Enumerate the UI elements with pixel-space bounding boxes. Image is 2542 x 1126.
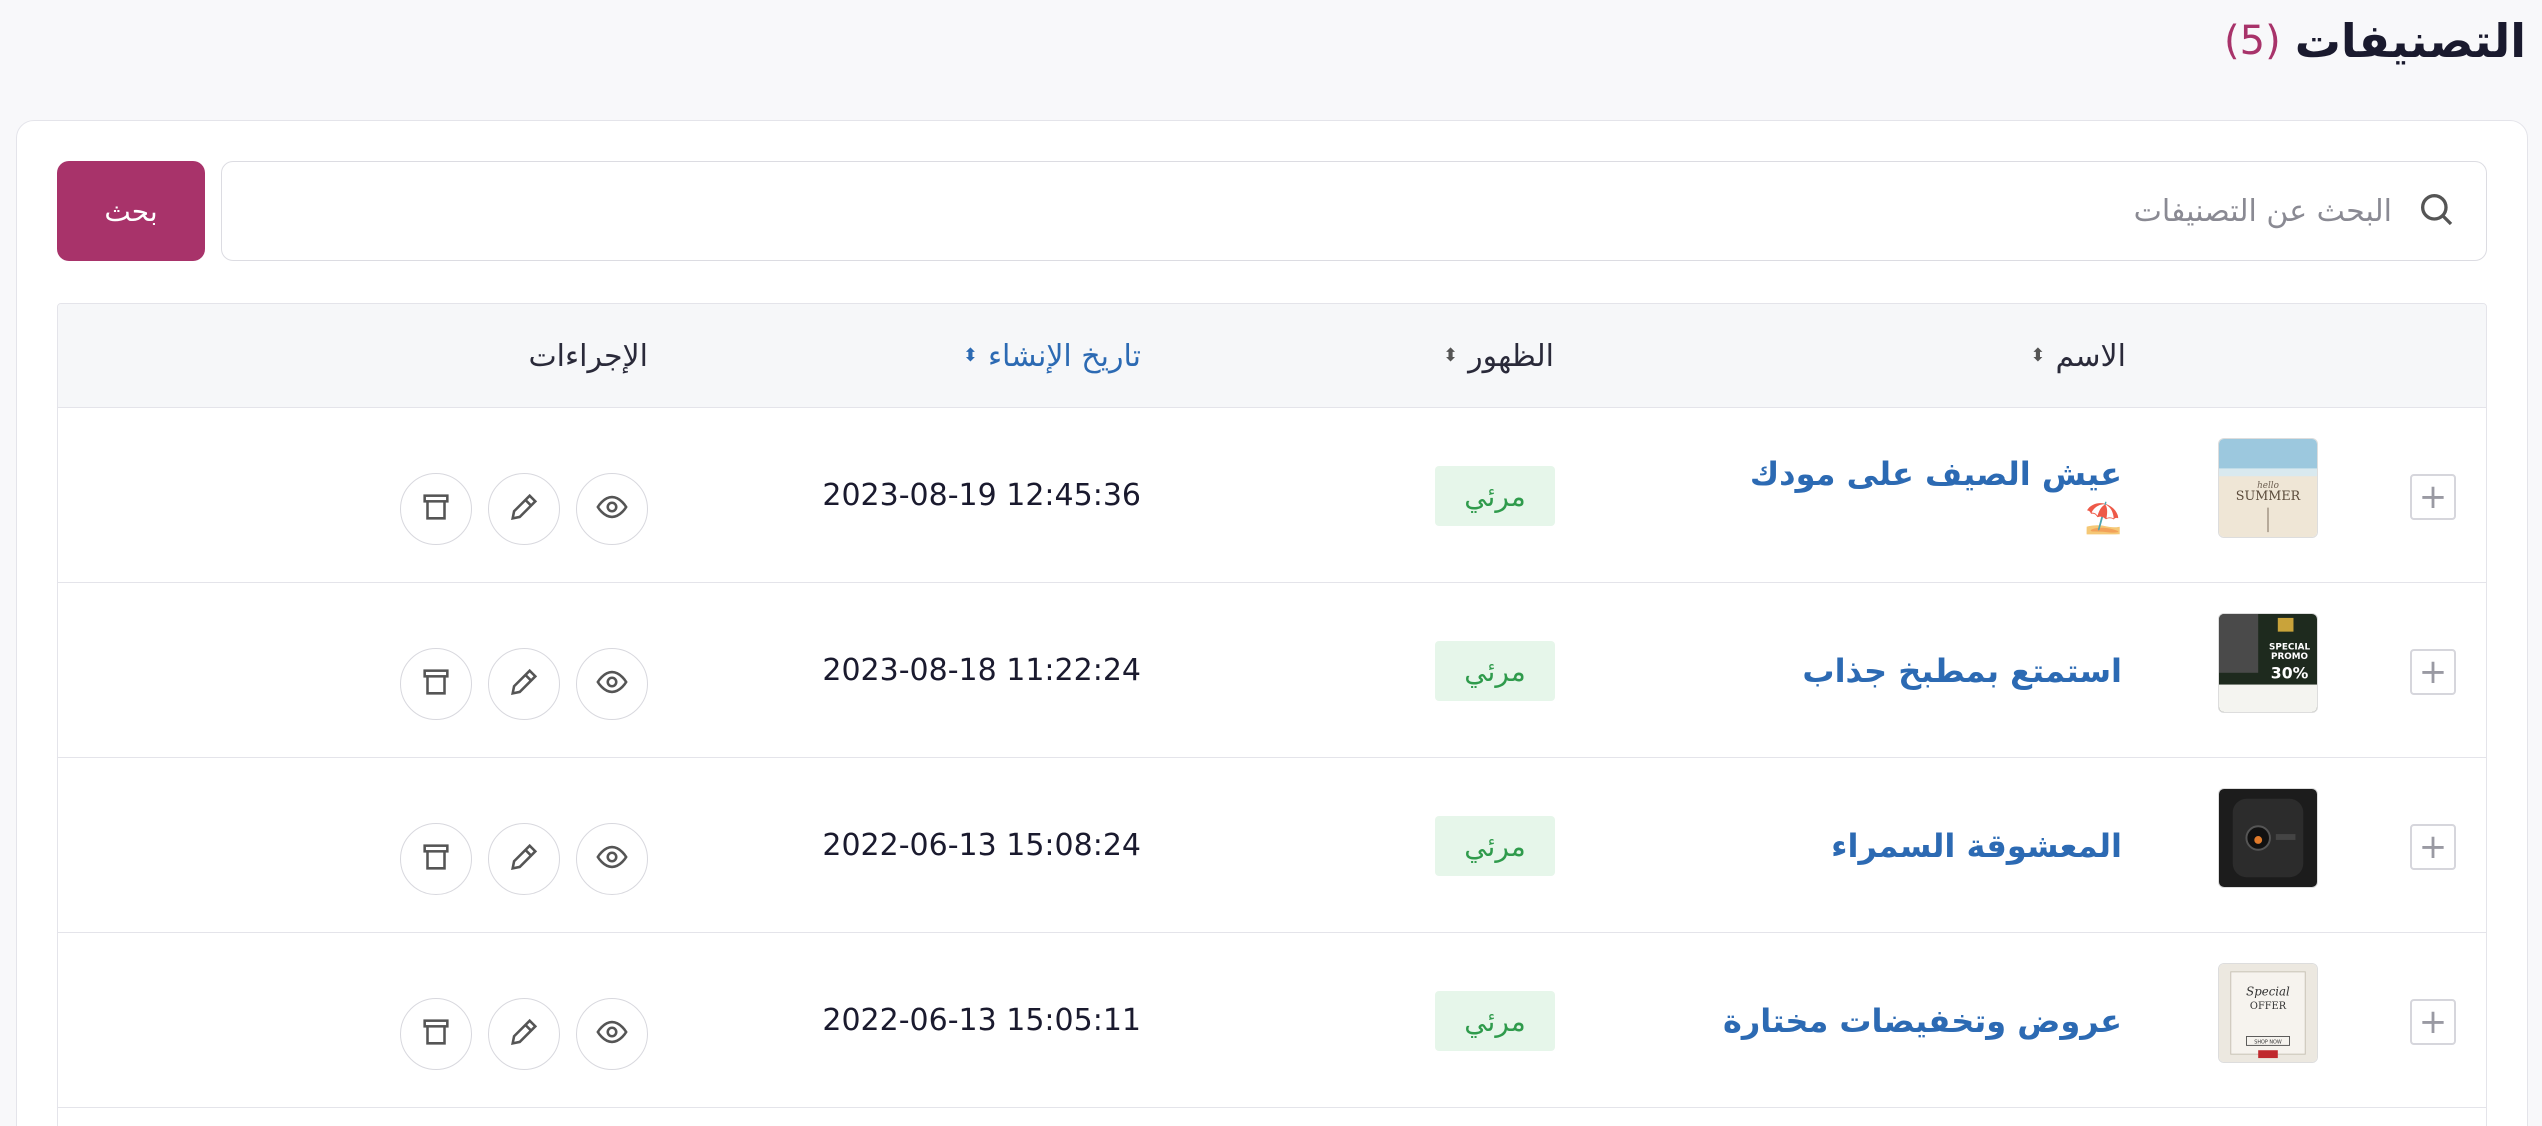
visibility-badge: مرئي bbox=[1435, 641, 1555, 701]
edit-button[interactable] bbox=[488, 998, 560, 1070]
table-header: الاسم ⬍ الظهور ⬍ تاريخ الإنشاء ⬍ الإجراء… bbox=[58, 304, 2486, 408]
categories-card: بحث الاسم ⬍ الظهور ⬍ تاريخ الإنشاء ⬍ الإ… bbox=[16, 120, 2528, 1126]
column-header-actions: الإجراءات bbox=[528, 304, 648, 408]
view-button[interactable] bbox=[576, 648, 648, 720]
sort-icon: ⬍ bbox=[962, 345, 978, 366]
category-thumbnail: Special OFFER SHOP NOW bbox=[2218, 963, 2318, 1063]
search-button[interactable]: بحث bbox=[57, 161, 205, 261]
category-name-link[interactable]: عروض وتخفيضات مختارة bbox=[1723, 1002, 2122, 1040]
name-cell: استمتع بمطبخ جذاب bbox=[1802, 583, 2122, 758]
search-row: بحث bbox=[57, 161, 2487, 261]
pencil-icon bbox=[507, 1015, 541, 1053]
category-name-link[interactable]: عيش الصيف على مودك bbox=[1750, 455, 2122, 493]
created-date: 2022-06-13 15:08:24 bbox=[822, 828, 1141, 863]
trash-icon bbox=[419, 490, 453, 528]
column-created-label: تاريخ الإنشاء bbox=[987, 338, 1141, 374]
table-row: + SPECIAL PROMO 30% استمتع بمطبخ جذاب مر… bbox=[58, 583, 2486, 758]
created-date: 2023-08-19 12:45:36 bbox=[822, 478, 1141, 513]
column-name-label: الاسم bbox=[2055, 338, 2126, 374]
sort-icon: ⬍ bbox=[2030, 345, 2046, 366]
edit-button[interactable] bbox=[488, 823, 560, 895]
name-cell: عروض وتخفيضات مختارة bbox=[1723, 933, 2122, 1108]
category-name-link[interactable]: استمتع بمطبخ جذاب bbox=[1802, 652, 2122, 690]
edit-button[interactable] bbox=[488, 473, 560, 545]
eye-icon bbox=[595, 840, 629, 878]
row-actions bbox=[400, 648, 648, 720]
categories-table: الاسم ⬍ الظهور ⬍ تاريخ الإنشاء ⬍ الإجراء… bbox=[57, 303, 2487, 1126]
trash-icon bbox=[419, 840, 453, 878]
svg-text:30%: 30% bbox=[2271, 664, 2309, 683]
delete-button[interactable] bbox=[400, 823, 472, 895]
category-count: (5) bbox=[2224, 18, 2281, 64]
column-header-name[interactable]: الاسم ⬍ bbox=[2030, 304, 2126, 408]
name-cell: المعشوقة السمراء bbox=[1831, 758, 2122, 933]
delete-button[interactable] bbox=[400, 473, 472, 545]
table-row: + المعشوقة السمراء مرئي 2022-06-13 15:08… bbox=[58, 758, 2486, 933]
search-box[interactable] bbox=[221, 161, 2487, 261]
column-visibility-label: الظهور bbox=[1468, 338, 1554, 374]
svg-text:SPECIAL: SPECIAL bbox=[2269, 642, 2310, 652]
name-cell: عيش الصيف على مودك ⛱️ bbox=[1750, 408, 2122, 583]
expand-row-button[interactable]: + bbox=[2410, 824, 2456, 870]
svg-text:OFFER: OFFER bbox=[2250, 1001, 2287, 1012]
trash-icon bbox=[419, 1015, 453, 1053]
eye-icon bbox=[595, 1015, 629, 1053]
expand-row-button[interactable]: + bbox=[2410, 649, 2456, 695]
row-actions bbox=[400, 823, 648, 895]
table-row: + Special OFFER SHOP NOW عروض وتخفيضات م… bbox=[58, 933, 2486, 1108]
expand-row-button[interactable]: + bbox=[2410, 474, 2456, 520]
category-thumbnail: hello SUMMER bbox=[2218, 438, 2318, 538]
category-thumbnail: SPECIAL PROMO 30% bbox=[2218, 613, 2318, 713]
beach-umbrella-icon: ⛱️ bbox=[2084, 501, 2122, 536]
created-date: 2023-08-18 11:22:24 bbox=[822, 653, 1141, 688]
view-button[interactable] bbox=[576, 823, 648, 895]
category-name-link[interactable]: المعشوقة السمراء bbox=[1831, 827, 2122, 865]
created-date: 2022-06-13 15:05:11 bbox=[822, 1003, 1141, 1038]
pencil-icon bbox=[507, 840, 541, 878]
delete-button[interactable] bbox=[400, 998, 472, 1070]
page-title: التصنيفات (5) bbox=[2224, 14, 2526, 68]
visibility-badge: مرئي bbox=[1435, 991, 1555, 1051]
svg-text:SUMMER: SUMMER bbox=[2236, 489, 2301, 504]
visibility-badge: مرئي bbox=[1435, 816, 1555, 876]
sort-icon: ⬍ bbox=[1443, 345, 1459, 366]
svg-text:SHOP NOW: SHOP NOW bbox=[2254, 1039, 2282, 1045]
search-input[interactable] bbox=[222, 193, 2392, 229]
table-row: + hello SUMMER عيش الصيف على مودك ⛱️ مرئ… bbox=[58, 408, 2486, 583]
trash-icon bbox=[419, 665, 453, 703]
view-button[interactable] bbox=[576, 473, 648, 545]
column-header-visibility[interactable]: الظهور ⬍ bbox=[1443, 304, 1554, 408]
category-thumbnail bbox=[2218, 788, 2318, 888]
row-actions bbox=[400, 473, 648, 545]
pencil-icon bbox=[507, 490, 541, 528]
expand-row-button[interactable]: + bbox=[2410, 999, 2456, 1045]
eye-icon bbox=[595, 665, 629, 703]
svg-text:Special: Special bbox=[2246, 984, 2290, 998]
table-row bbox=[58, 1108, 2486, 1126]
view-button[interactable] bbox=[576, 998, 648, 1070]
page-title-text: التصنيفات bbox=[2294, 14, 2526, 68]
column-header-created[interactable]: تاريخ الإنشاء ⬍ bbox=[963, 304, 1141, 408]
pencil-icon bbox=[507, 665, 541, 703]
column-actions-label: الإجراءات bbox=[528, 338, 648, 374]
svg-text:PROMO: PROMO bbox=[2271, 652, 2309, 662]
visibility-badge: مرئي bbox=[1435, 466, 1555, 526]
eye-icon bbox=[595, 490, 629, 528]
edit-button[interactable] bbox=[488, 648, 560, 720]
delete-button[interactable] bbox=[400, 648, 472, 720]
search-icon bbox=[2416, 189, 2456, 233]
row-actions bbox=[400, 998, 648, 1070]
